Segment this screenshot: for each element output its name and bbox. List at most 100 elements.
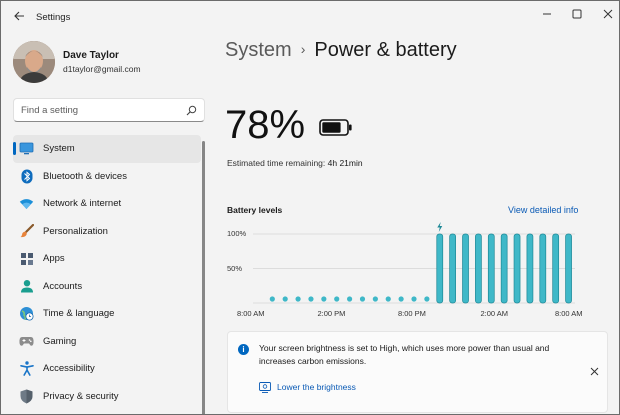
battery-level-dot[interactable]	[321, 296, 327, 302]
sidebar-item-label: Network & internet	[43, 198, 122, 210]
breadcrumb-parent[interactable]: System	[225, 39, 292, 61]
bluetooth-icon	[19, 169, 34, 184]
search-icon[interactable]	[186, 105, 197, 116]
dismiss-notice-button[interactable]	[587, 364, 601, 378]
battery-level-dot[interactable]	[424, 296, 430, 302]
sidebar-item-label: Apps	[43, 253, 65, 265]
sidebar-item-label: Privacy & security	[43, 390, 119, 402]
sidebar-item-gaming[interactable]: Gaming	[13, 328, 201, 356]
x-tick-label: 8:00 AM	[237, 309, 265, 318]
close-icon	[603, 9, 613, 19]
sidebar-item-time-language[interactable]: Time & language	[13, 300, 201, 328]
settings-window: Settings Dave Taylor d1taylor@gmail.com	[0, 0, 620, 415]
charging-bolt-icon	[437, 222, 443, 232]
battery-level-dot[interactable]	[411, 296, 417, 302]
sidebar-item-accounts[interactable]: Accounts	[13, 273, 201, 301]
sidebar-item-label: Accessibility	[43, 363, 95, 375]
y-tick-label: 50%	[227, 263, 243, 273]
battery-level-dot[interactable]	[359, 296, 366, 302]
sidebar-item-label: Gaming	[43, 335, 77, 347]
battery-levels-chart: 100% 50% 8:00 AM 2:00 PM 8:00 PM 2:00 AM 8:00 …	[223, 216, 593, 326]
battery-level-dot[interactable]	[295, 296, 301, 302]
person-icon	[19, 279, 34, 294]
avatar[interactable]	[13, 41, 55, 83]
close-button[interactable]	[595, 5, 619, 23]
clock-globe-icon	[19, 306, 34, 321]
battery-level-bar[interactable]	[487, 233, 495, 304]
brightness-icon	[259, 381, 271, 393]
battery-level-bar[interactable]	[436, 233, 444, 304]
lower-brightness-label: Lower the brightness	[277, 382, 356, 392]
sidebar-item-label: Bluetooth & devices	[43, 170, 127, 182]
breadcrumb-separator: ›	[300, 41, 306, 57]
battery-levels-title: Battery levels	[227, 205, 283, 215]
x-tick-label: 8:00 AM	[555, 309, 583, 318]
view-detailed-info-link[interactable]: View detailed info	[508, 205, 578, 215]
battery-level-bar[interactable]	[449, 233, 456, 304]
y-tick-label: 100%	[227, 229, 247, 238]
back-arrow-icon	[13, 11, 24, 21]
battery-level-dot[interactable]	[398, 296, 404, 302]
x-tick-label: 2:00 PM	[317, 309, 346, 318]
maximize-icon	[572, 9, 582, 19]
battery-level-bar[interactable]	[526, 233, 534, 304]
battery-level-bar[interactable]	[475, 233, 482, 304]
sidebar-item-system[interactable]: System	[13, 135, 201, 163]
sidebar-scrollbar[interactable]	[202, 141, 205, 414]
back-button[interactable]	[10, 7, 28, 25]
battery-level-bar[interactable]	[500, 233, 508, 304]
battery-level-bar[interactable]	[462, 233, 469, 304]
search-box[interactable]	[13, 98, 205, 122]
battery-fill	[322, 122, 341, 133]
sidebar-nav: System Bluetooth & devices Network & int…	[13, 135, 201, 410]
battery-level-bar[interactable]	[565, 233, 572, 304]
info-icon: i	[238, 344, 249, 355]
sidebar-item-accessibility[interactable]: Accessibility	[13, 355, 201, 383]
shield-icon	[19, 389, 34, 404]
close-icon	[590, 367, 598, 375]
sidebar-item-label: Time & language	[43, 308, 115, 320]
gamepad-icon	[19, 334, 34, 349]
breadcrumb: System › Power & battery	[225, 39, 457, 62]
sidebar-item-personalization[interactable]: Personalization	[13, 218, 201, 246]
estimated-time-label: Estimated time remaining:	[227, 158, 326, 168]
apps-icon	[19, 251, 34, 266]
battery-level-bar[interactable]	[513, 233, 521, 304]
battery-level-dot[interactable]	[282, 296, 288, 302]
wifi-icon	[19, 196, 34, 211]
sidebar-item-label: Personalization	[43, 225, 108, 237]
x-tick-label: 2:00 AM	[480, 309, 509, 318]
search-input[interactable]	[21, 103, 186, 118]
brightness-notice: i Your screen brightness is set to High,…	[227, 331, 608, 413]
user-name: Dave Taylor	[63, 50, 119, 61]
minimize-button[interactable]	[534, 5, 560, 23]
battery-icon	[319, 119, 352, 136]
battery-level-bar[interactable]	[539, 233, 547, 304]
lower-brightness-button[interactable]: Lower the brightness	[259, 380, 356, 394]
battery-level-dot[interactable]	[308, 296, 314, 302]
sidebar-item-network[interactable]: Network & internet	[13, 190, 201, 218]
battery-level-dot[interactable]	[372, 296, 378, 302]
title-bar: Settings	[1, 1, 619, 31]
app-title: Settings	[36, 12, 71, 23]
battery-level-dot[interactable]	[334, 296, 340, 302]
notice-text: Your screen brightness is set to High, w…	[259, 343, 550, 366]
maximize-button[interactable]	[564, 5, 590, 23]
battery-level-dot[interactable]	[269, 296, 275, 302]
monitor-icon	[19, 141, 34, 156]
battery-level-dot[interactable]	[347, 296, 353, 302]
sidebar-item-label: Accounts	[43, 280, 83, 292]
battery-percentage: 78%	[225, 103, 306, 147]
sidebar-item-bluetooth[interactable]: Bluetooth & devices	[13, 163, 201, 191]
avatar-photo	[13, 41, 55, 83]
estimated-time: Estimated time remaining: 4h 21min	[227, 158, 363, 168]
sidebar-item-apps[interactable]: Apps	[13, 245, 201, 273]
brush-icon	[19, 224, 34, 239]
accessibility-icon	[19, 361, 34, 377]
page-title: Power & battery	[314, 39, 457, 61]
minimize-icon	[543, 13, 551, 15]
battery-level-bar[interactable]	[552, 233, 560, 304]
sidebar-item-privacy-security[interactable]: Privacy & security	[13, 383, 201, 411]
x-tick-label: 8:00 PM	[398, 309, 426, 318]
battery-level-dot[interactable]	[385, 296, 391, 302]
